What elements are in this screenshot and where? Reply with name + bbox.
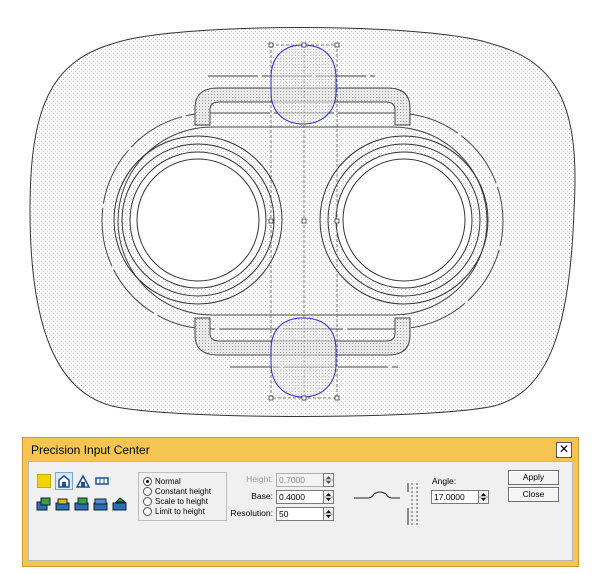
resolution-field[interactable]: 50 xyxy=(276,507,324,521)
profile-preview-icon xyxy=(354,483,418,525)
dialog-titlebar[interactable]: Precision Input Center ✕ xyxy=(28,440,573,460)
close-button[interactable]: Close xyxy=(508,487,559,502)
radio-scale-to-height[interactable] xyxy=(143,496,152,506)
tool-blocks-icon-2[interactable] xyxy=(54,495,72,513)
base-spinner[interactable] xyxy=(323,490,334,504)
bottom-capsule-selected[interactable] xyxy=(270,317,337,398)
radio-constant-height[interactable] xyxy=(143,486,152,496)
tool-blocks-icon-3[interactable] xyxy=(73,495,91,513)
color-swatch-icon[interactable] xyxy=(35,472,53,490)
height-field: 0.7000 xyxy=(276,473,324,487)
top-capsule-selected[interactable] xyxy=(270,44,337,125)
flat-bar-icon[interactable] xyxy=(93,472,111,490)
dialog-client-area: Normal Constant height Scale to height L… xyxy=(28,461,573,561)
tool-blocks-icon-1[interactable] xyxy=(35,495,53,513)
base-field[interactable]: 0.4000 xyxy=(276,490,324,504)
precision-input-dialog: Precision Input Center ✕ Normal Constant… xyxy=(22,437,579,567)
mode-constant-height-option[interactable]: Constant height xyxy=(143,486,211,496)
dialog-title: Precision Input Center xyxy=(31,443,150,457)
height-label: Height: xyxy=(246,474,273,484)
tool-blocks-icon-4[interactable] xyxy=(92,495,110,513)
drawing-canvas[interactable] xyxy=(0,0,600,425)
tool-blocks-icon-5[interactable] xyxy=(111,495,129,513)
mode-scale-to-height-option[interactable]: Scale to height xyxy=(143,496,208,506)
radio-limit-to-height[interactable] xyxy=(143,506,152,516)
angle-spinner[interactable] xyxy=(478,490,489,504)
height-spinner xyxy=(323,473,334,487)
mode-limit-to-height-label: Limit to height xyxy=(155,506,205,516)
resolution-spinner[interactable] xyxy=(323,507,334,521)
mode-scale-to-height-label: Scale to height xyxy=(155,496,208,506)
mode-constant-height-label: Constant height xyxy=(155,486,212,496)
house-peak-icon[interactable] xyxy=(74,472,92,490)
dialog-close-x-button[interactable]: ✕ xyxy=(556,442,572,458)
mode-limit-to-height-option[interactable]: Limit to height xyxy=(143,506,205,516)
resolution-label: Resolution: xyxy=(230,508,273,518)
mode-normal-label: Normal xyxy=(155,476,181,486)
base-label: Base: xyxy=(251,491,273,501)
mode-normal-option[interactable]: Normal xyxy=(143,476,181,486)
angle-field[interactable]: 17.0000 xyxy=(431,490,479,504)
house-outline-icon[interactable] xyxy=(55,472,73,490)
radio-normal[interactable] xyxy=(143,476,152,486)
mode-radio-group: Normal Constant height Scale to height L… xyxy=(138,472,227,521)
apply-button[interactable]: Apply xyxy=(508,470,559,485)
angle-label: Angle: xyxy=(432,476,457,486)
